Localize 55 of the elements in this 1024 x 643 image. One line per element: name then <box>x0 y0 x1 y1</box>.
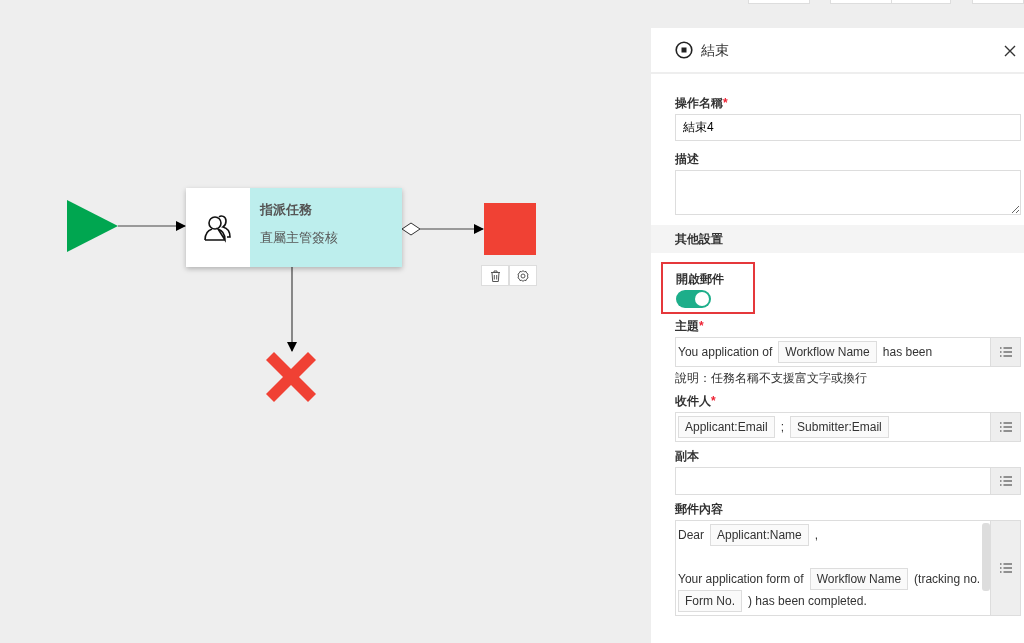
field-text: , <box>814 527 819 544</box>
field-text: Dear <box>678 527 704 544</box>
variable-tag: Submitter:Email <box>790 416 889 438</box>
list-icon <box>999 476 1012 486</box>
hint-text: 說明：任務名稱不支援富文字或換行 <box>675 370 868 387</box>
settings-icon <box>517 269 529 282</box>
scrollbar[interactable] <box>982 523 991 591</box>
list-button[interactable] <box>990 413 1021 441</box>
field-label: 開啟郵件 <box>676 271 724 288</box>
panel-title: 結束 <box>701 40 730 60</box>
token-field[interactable] <box>675 467 1022 495</box>
trash-icon <box>489 269 501 282</box>
settings-button[interactable] <box>509 265 537 286</box>
field-text: ) has been completed. <box>748 593 867 610</box>
variable-tag: Workflow Name <box>778 341 877 363</box>
field-label: 主題 <box>675 319 699 333</box>
text-input[interactable]: 結束4 <box>675 114 1022 141</box>
cancel-node[interactable] <box>266 352 316 402</box>
token-field[interactable]: Dear Applicant:Name , Your application form of Workflow Name (tracking no. Form No. ) has been completed. <box>675 520 1022 616</box>
task-title: 指派任務 <box>260 201 313 219</box>
field-label: 副本 <box>675 449 699 463</box>
list-icon <box>999 422 1012 432</box>
token-field[interactable]: Applicant:Email ; Submitter:Email <box>675 412 1022 442</box>
field-label: 描述 <box>675 152 699 166</box>
section-header: 其他設置 <box>651 225 1024 253</box>
close-icon <box>1004 44 1017 57</box>
list-button[interactable] <box>990 468 1021 494</box>
list-icon <box>999 347 1012 357</box>
task-subtitle: 直屬主管簽核 <box>260 228 339 247</box>
variable-tag: Form No. <box>678 590 742 612</box>
field-text: (tracking no. <box>914 571 981 588</box>
list-button[interactable] <box>990 338 1021 366</box>
field-text: has been <box>882 344 933 361</box>
field-text: Your application form of <box>678 571 804 588</box>
field-label: 收件人 <box>675 394 711 408</box>
stop-circle-icon <box>675 41 693 59</box>
list-icon <box>999 563 1012 573</box>
variable-tag: Applicant:Name <box>710 524 809 546</box>
required-mark: * <box>711 394 716 408</box>
delete-button[interactable] <box>481 265 509 286</box>
required-mark: * <box>699 319 704 333</box>
field-label: 郵件內容 <box>675 502 723 516</box>
start-node[interactable] <box>67 200 118 252</box>
field-text: You application of <box>678 344 773 361</box>
variable-tag: Applicant:Email <box>678 416 775 438</box>
field-label: 操作名稱 <box>675 96 723 110</box>
connector-arrow <box>117 221 186 231</box>
token-field[interactable]: You application of Workflow Name has been <box>675 337 1022 367</box>
field-text: ; <box>780 419 785 436</box>
list-button[interactable] <box>990 521 1021 615</box>
textarea-input[interactable] <box>675 170 1022 215</box>
required-mark: * <box>723 96 728 110</box>
toggle-switch[interactable] <box>676 290 711 308</box>
variable-tag: Workflow Name <box>809 568 909 590</box>
end-node[interactable] <box>484 203 536 255</box>
